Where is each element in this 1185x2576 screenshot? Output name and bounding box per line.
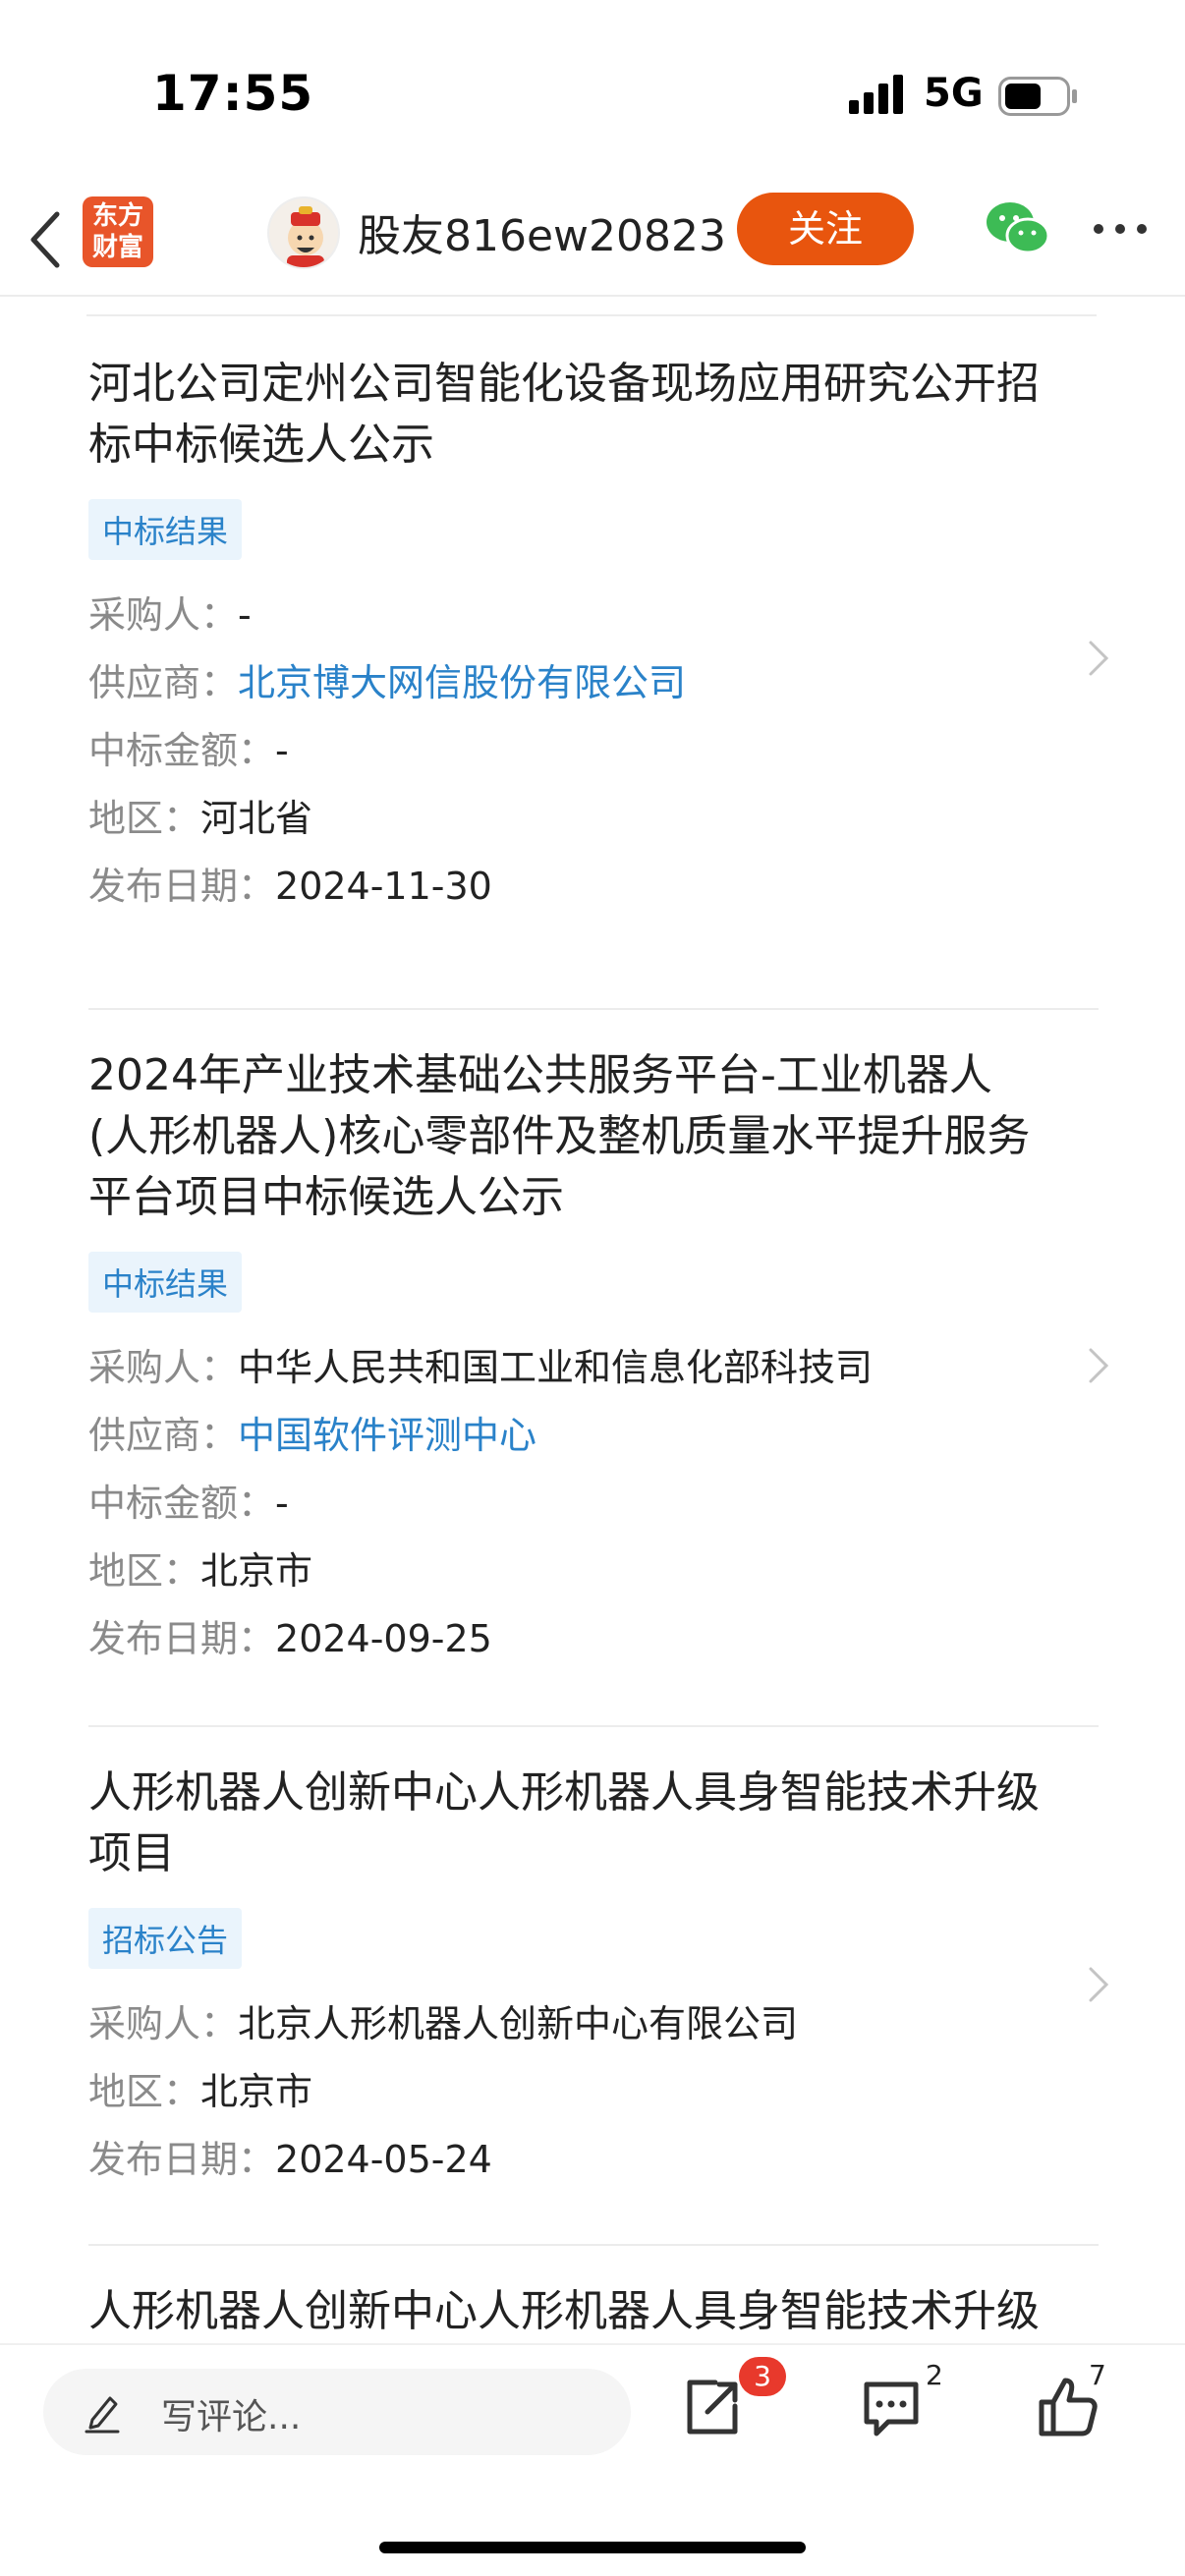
field-supplier: 供应商：北京博大网信股份有限公司 <box>88 661 687 704</box>
back-arrow-icon[interactable] <box>22 202 71 277</box>
field-amount: 中标金额：- <box>88 1482 289 1525</box>
chevron-right-icon <box>1089 1967 1109 2002</box>
follow-button[interactable]: 关注 <box>737 193 914 265</box>
field-region: 地区：河北省 <box>88 797 313 840</box>
avatar[interactable] <box>267 196 340 269</box>
tender-tag: 中标结果 <box>88 1252 243 1313</box>
supplier-link[interactable]: 中国软件评测中心 <box>238 1414 536 1457</box>
avatar-god-of-wealth-icon <box>287 206 324 267</box>
nav-bar: 东方 财富 股友816ew20823 关注 <box>0 187 1185 297</box>
field-amount: 中标金额：- <box>88 729 289 772</box>
field-purchaser: 采购人：中华人民共和国工业和信息化部科技司 <box>88 1346 874 1389</box>
divider <box>86 314 1097 316</box>
tender-list: 河北公司定州公司智能化设备现场应用研究公开招标中标候选人公示 中标结果 采购人：… <box>0 314 1185 2343</box>
tender-tag: 招标公告 <box>88 1908 243 1969</box>
tender-card[interactable]: 人形机器人创新中心人形机器人具身智能技术升级项目 <box>88 2248 1099 2343</box>
field-region: 地区：北京市 <box>88 1549 313 1593</box>
comment-icon[interactable] <box>859 2375 924 2439</box>
tender-card[interactable]: 河北公司定州公司智能化设备现场应用研究公开招标中标候选人公示 中标结果 采购人：… <box>88 354 1109 1010</box>
home-indicator <box>379 2542 806 2553</box>
tender-title: 人形机器人创新中心人形机器人具身智能技术升级项目 <box>88 1767 1040 1878</box>
tender-title: 2024年产业技术基础公共服务平台-工业机器人(人形机器人)核心零部件及整机质量… <box>88 1050 1031 1222</box>
share-icon[interactable] <box>680 2375 745 2439</box>
field-supplier: 供应商：中国软件评测中心 <box>88 1414 537 1457</box>
author-name[interactable]: 股友816ew20823 <box>358 200 726 263</box>
field-purchaser: 采购人：- <box>88 593 252 637</box>
like-count: 7 <box>1089 2359 1106 2391</box>
field-region: 地区：北京市 <box>88 2070 313 2113</box>
tender-fields: 采购人：- 供应商：北京博大网信股份有限公司 中标金额：- 地区：河北省 发布日… <box>88 582 1099 921</box>
comment-placeholder: 写评论... <box>161 2397 302 2437</box>
field-purchaser: 采购人：北京人形机器人创新中心有限公司 <box>88 2002 799 2045</box>
wechat-share-icon[interactable] <box>985 198 1049 257</box>
tender-fields: 采购人：北京人形机器人创新中心有限公司 地区：北京市 发布日期：2024-05-… <box>88 1990 1099 2194</box>
share-badge: 3 <box>739 2357 786 2396</box>
network-type: 5G <box>924 71 984 116</box>
field-date: 发布日期：2024-11-30 <box>88 865 492 908</box>
pen-icon <box>85 2396 120 2434</box>
comment-input[interactable]: 写评论... <box>43 2369 631 2455</box>
eastmoney-logo[interactable]: 东方 财富 <box>83 196 153 267</box>
status-time: 17:55 <box>152 65 314 122</box>
comment-count: 2 <box>926 2359 943 2391</box>
chevron-right-icon <box>1089 1348 1109 1383</box>
chevron-right-icon <box>1089 641 1109 676</box>
field-date: 发布日期：2024-09-25 <box>88 1617 492 1660</box>
tender-fields: 采购人：中华人民共和国工业和信息化部科技司 供应商：中国软件评测中心 中标金额：… <box>88 1334 1099 1673</box>
signal-icon <box>849 75 903 114</box>
battery-icon <box>998 77 1077 116</box>
tender-card[interactable]: 2024年产业技术基础公共服务平台-工业机器人(人形机器人)核心零部件及整机质量… <box>88 1012 1109 1727</box>
tender-title: 河北公司定州公司智能化设备现场应用研究公开招标中标候选人公示 <box>88 359 1040 470</box>
field-date: 发布日期：2024-05-24 <box>88 2138 492 2181</box>
logo-line2: 财富 <box>91 233 143 262</box>
logo-line1: 东方 <box>91 201 143 231</box>
more-icon[interactable] <box>1091 222 1150 236</box>
tender-card[interactable]: 人形机器人创新中心人形机器人具身智能技术升级项目 招标公告 采购人：北京人形机器… <box>88 1729 1109 2246</box>
tender-tag: 中标结果 <box>88 499 243 560</box>
bottom-action-bar: 写评论... 3 2 7 <box>0 2343 1185 2576</box>
supplier-link[interactable]: 北京博大网信股份有限公司 <box>238 661 686 704</box>
tender-title: 人形机器人创新中心人形机器人具身智能技术升级项目 <box>88 2286 1040 2336</box>
status-bar: 17:55 5G <box>0 0 1185 187</box>
